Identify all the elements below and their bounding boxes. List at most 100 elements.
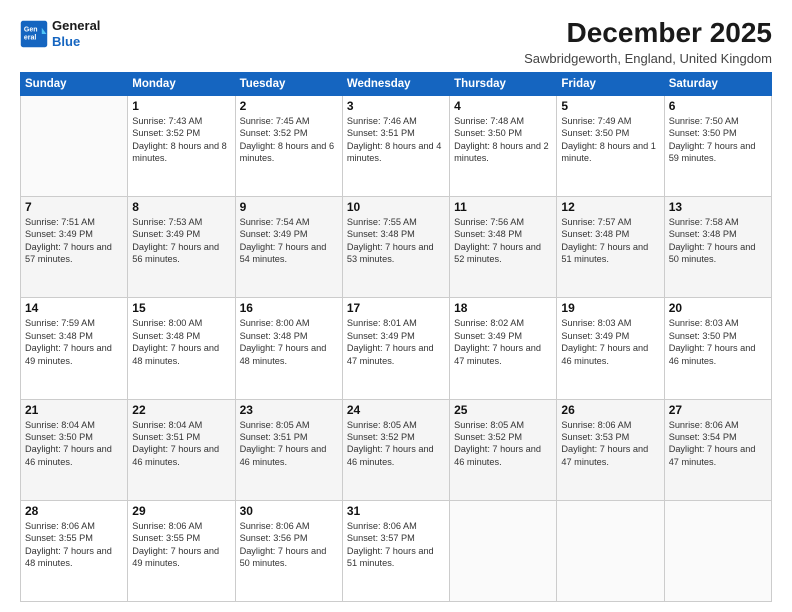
logo-text: General Blue <box>52 18 100 49</box>
day-number: 19 <box>561 301 659 315</box>
calendar-cell: 24 Sunrise: 8:05 AM Sunset: 3:52 PM Dayli… <box>342 399 449 500</box>
calendar-week-row: 28 Sunrise: 8:06 AM Sunset: 3:55 PM Dayli… <box>21 500 772 601</box>
calendar-cell: 16Sunrise: 8:00 AM Sunset: 3:48 PM Dayli… <box>235 298 342 399</box>
logo-blue: Blue <box>52 34 80 49</box>
day-number: 12 <box>561 200 659 214</box>
day-number: 17 <box>347 301 445 315</box>
header: Gen eral General Blue December 2025 Sawb… <box>20 18 772 66</box>
day-number: 16 <box>240 301 338 315</box>
day-number: 5 <box>561 99 659 113</box>
cell-sun-info: Sunrise: 8:00 AM Sunset: 3:48 PM Dayligh… <box>132 317 230 367</box>
generalblue-icon: Gen eral <box>20 20 48 48</box>
calendar-cell: 7 Sunrise: 7:51 AM Sunset: 3:49 PM Daylig… <box>21 197 128 298</box>
cell-sun-info: Sunrise: 8:05 AM Sunset: 3:51 PM Dayligh… <box>240 419 338 469</box>
calendar-cell: 10Sunrise: 7:55 AM Sunset: 3:48 PM Dayli… <box>342 197 449 298</box>
day-number: 25 <box>454 403 552 417</box>
calendar-cell: 31 Sunrise: 8:06 AM Sunset: 3:57 PM Dayli… <box>342 500 449 601</box>
cell-sun-info: Sunrise: 8:06 AM Sunset: 3:53 PM Dayligh… <box>561 419 659 469</box>
day-header-sunday: Sunday <box>21 72 128 95</box>
day-header-saturday: Saturday <box>664 72 771 95</box>
cell-sun-info: Sunrise: 7:53 AM Sunset: 3:49 PM Dayligh… <box>132 216 230 266</box>
calendar-week-row: 1 Sunrise: 7:43 AM Sunset: 3:52 PM Daylig… <box>21 95 772 196</box>
day-number: 4 <box>454 99 552 113</box>
day-number: 6 <box>669 99 767 113</box>
calendar-cell: 1 Sunrise: 7:43 AM Sunset: 3:52 PM Daylig… <box>128 95 235 196</box>
cell-sun-info: Sunrise: 8:05 AM Sunset: 3:52 PM Dayligh… <box>454 419 552 469</box>
cell-sun-info: Sunrise: 8:01 AM Sunset: 3:49 PM Dayligh… <box>347 317 445 367</box>
day-number: 27 <box>669 403 767 417</box>
day-number: 24 <box>347 403 445 417</box>
day-number: 31 <box>347 504 445 518</box>
location: Sawbridgeworth, England, United Kingdom <box>524 51 772 66</box>
calendar-header-row: SundayMondayTuesdayWednesdayThursdayFrid… <box>21 72 772 95</box>
cell-sun-info: Sunrise: 8:03 AM Sunset: 3:49 PM Dayligh… <box>561 317 659 367</box>
calendar-cell: 15 Sunrise: 8:00 AM Sunset: 3:48 PM Dayli… <box>128 298 235 399</box>
logo: Gen eral General Blue <box>20 18 100 49</box>
cell-sun-info: Sunrise: 7:51 AM Sunset: 3:49 PM Dayligh… <box>25 216 123 266</box>
calendar-cell: 8 Sunrise: 7:53 AM Sunset: 3:49 PM Daylig… <box>128 197 235 298</box>
day-number: 30 <box>240 504 338 518</box>
day-number: 22 <box>132 403 230 417</box>
calendar-table: SundayMondayTuesdayWednesdayThursdayFrid… <box>20 72 772 602</box>
svg-text:eral: eral <box>24 34 37 41</box>
calendar-cell: 4Sunrise: 7:48 AM Sunset: 3:50 PM Daylig… <box>450 95 557 196</box>
month-title: December 2025 <box>524 18 772 49</box>
cell-sun-info: Sunrise: 8:03 AM Sunset: 3:50 PM Dayligh… <box>669 317 767 367</box>
calendar-cell <box>557 500 664 601</box>
cell-sun-info: Sunrise: 8:06 AM Sunset: 3:57 PM Dayligh… <box>347 520 445 570</box>
calendar-cell: 14Sunrise: 7:59 AM Sunset: 3:48 PM Dayli… <box>21 298 128 399</box>
page: Gen eral General Blue December 2025 Sawb… <box>0 0 792 612</box>
calendar-cell: 25 Sunrise: 8:05 AM Sunset: 3:52 PM Dayli… <box>450 399 557 500</box>
cell-sun-info: Sunrise: 8:06 AM Sunset: 3:54 PM Dayligh… <box>669 419 767 469</box>
cell-sun-info: Sunrise: 7:43 AM Sunset: 3:52 PM Dayligh… <box>132 115 230 165</box>
day-number: 13 <box>669 200 767 214</box>
cell-sun-info: Sunrise: 7:56 AM Sunset: 3:48 PM Dayligh… <box>454 216 552 266</box>
calendar-cell: 6 Sunrise: 7:50 AM Sunset: 3:50 PM Daylig… <box>664 95 771 196</box>
calendar-cell: 13Sunrise: 7:58 AM Sunset: 3:48 PM Dayli… <box>664 197 771 298</box>
calendar-cell: 18Sunrise: 8:02 AM Sunset: 3:49 PM Dayli… <box>450 298 557 399</box>
day-number: 20 <box>669 301 767 315</box>
calendar-cell: 20 Sunrise: 8:03 AM Sunset: 3:50 PM Dayli… <box>664 298 771 399</box>
calendar-cell: 23 Sunrise: 8:05 AM Sunset: 3:51 PM Dayli… <box>235 399 342 500</box>
day-number: 26 <box>561 403 659 417</box>
day-number: 15 <box>132 301 230 315</box>
calendar-week-row: 7 Sunrise: 7:51 AM Sunset: 3:49 PM Daylig… <box>21 197 772 298</box>
cell-sun-info: Sunrise: 8:05 AM Sunset: 3:52 PM Dayligh… <box>347 419 445 469</box>
calendar-cell: 19 Sunrise: 8:03 AM Sunset: 3:49 PM Dayli… <box>557 298 664 399</box>
calendar-cell: 29 Sunrise: 8:06 AM Sunset: 3:55 PM Dayli… <box>128 500 235 601</box>
cell-sun-info: Sunrise: 8:06 AM Sunset: 3:55 PM Dayligh… <box>25 520 123 570</box>
cell-sun-info: Sunrise: 7:59 AM Sunset: 3:48 PM Dayligh… <box>25 317 123 367</box>
cell-sun-info: Sunrise: 7:49 AM Sunset: 3:50 PM Dayligh… <box>561 115 659 165</box>
calendar-week-row: 14Sunrise: 7:59 AM Sunset: 3:48 PM Dayli… <box>21 298 772 399</box>
calendar-cell: 17 Sunrise: 8:01 AM Sunset: 3:49 PM Dayli… <box>342 298 449 399</box>
day-number: 8 <box>132 200 230 214</box>
cell-sun-info: Sunrise: 7:50 AM Sunset: 3:50 PM Dayligh… <box>669 115 767 165</box>
cell-sun-info: Sunrise: 7:57 AM Sunset: 3:48 PM Dayligh… <box>561 216 659 266</box>
calendar-week-row: 21Sunrise: 8:04 AM Sunset: 3:50 PM Dayli… <box>21 399 772 500</box>
calendar-cell: 3Sunrise: 7:46 AM Sunset: 3:51 PM Daylig… <box>342 95 449 196</box>
logo-general: General <box>52 18 100 34</box>
calendar-cell <box>664 500 771 601</box>
cell-sun-info: Sunrise: 8:06 AM Sunset: 3:55 PM Dayligh… <box>132 520 230 570</box>
day-number: 23 <box>240 403 338 417</box>
calendar-cell: 2Sunrise: 7:45 AM Sunset: 3:52 PM Daylig… <box>235 95 342 196</box>
cell-sun-info: Sunrise: 8:04 AM Sunset: 3:51 PM Dayligh… <box>132 419 230 469</box>
day-header-tuesday: Tuesday <box>235 72 342 95</box>
calendar-cell: 22 Sunrise: 8:04 AM Sunset: 3:51 PM Dayli… <box>128 399 235 500</box>
day-number: 29 <box>132 504 230 518</box>
calendar-cell <box>21 95 128 196</box>
cell-sun-info: Sunrise: 7:55 AM Sunset: 3:48 PM Dayligh… <box>347 216 445 266</box>
calendar-cell: 26 Sunrise: 8:06 AM Sunset: 3:53 PM Dayli… <box>557 399 664 500</box>
calendar-cell: 11Sunrise: 7:56 AM Sunset: 3:48 PM Dayli… <box>450 197 557 298</box>
calendar-cell: 27 Sunrise: 8:06 AM Sunset: 3:54 PM Dayli… <box>664 399 771 500</box>
day-number: 7 <box>25 200 123 214</box>
calendar-cell: 28 Sunrise: 8:06 AM Sunset: 3:55 PM Dayli… <box>21 500 128 601</box>
day-header-friday: Friday <box>557 72 664 95</box>
day-header-thursday: Thursday <box>450 72 557 95</box>
calendar-cell: 5 Sunrise: 7:49 AM Sunset: 3:50 PM Daylig… <box>557 95 664 196</box>
calendar-cell: 21Sunrise: 8:04 AM Sunset: 3:50 PM Dayli… <box>21 399 128 500</box>
day-number: 1 <box>132 99 230 113</box>
day-number: 28 <box>25 504 123 518</box>
day-header-monday: Monday <box>128 72 235 95</box>
cell-sun-info: Sunrise: 7:46 AM Sunset: 3:51 PM Dayligh… <box>347 115 445 165</box>
